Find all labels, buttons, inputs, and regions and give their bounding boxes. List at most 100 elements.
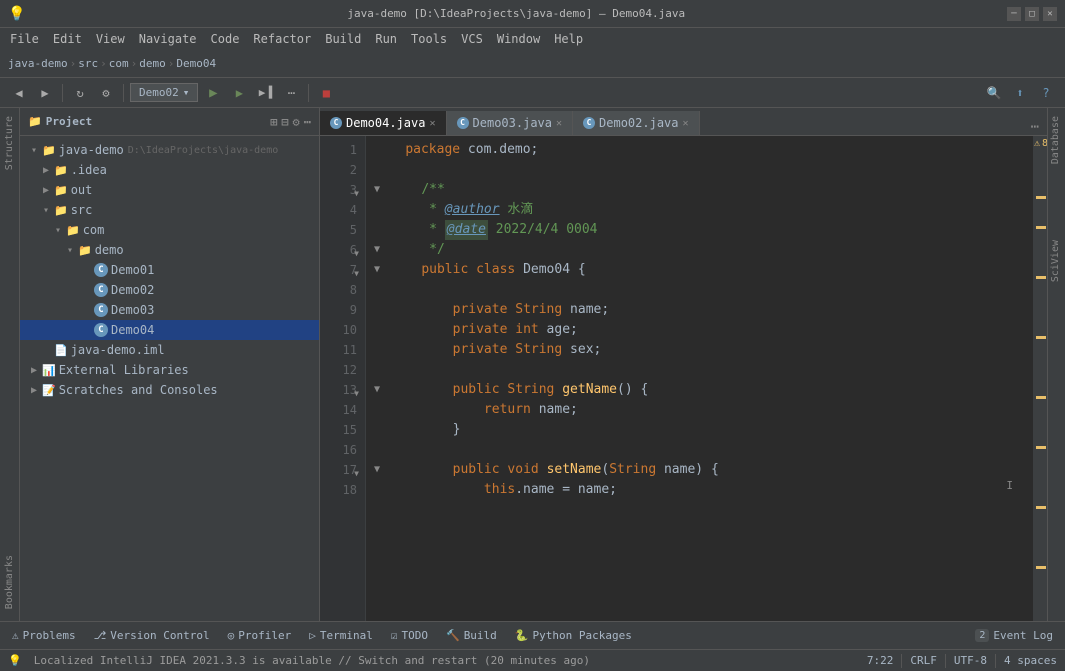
sidebar-more-icon[interactable]: ⋯ [304,115,311,129]
tree-item-demo[interactable]: ▾ 📁 demo [20,240,319,260]
code-line-6: ▼ */ [374,240,1025,260]
profiler-tab[interactable]: ◎ Profiler [220,625,300,647]
menu-vcs[interactable]: VCS [455,30,489,48]
tree-item-src[interactable]: ▾ 📁 src [20,200,319,220]
search-everywhere[interactable]: 🔍 [983,82,1005,104]
indent-indicator[interactable]: 4 spaces [1004,654,1057,667]
tab-demo03[interactable]: C Demo03.java ✕ [447,111,574,135]
tab-demo04[interactable]: C Demo04.java ✕ [320,111,447,135]
sidebar-settings-icon[interactable]: ⚙ [293,115,300,129]
back-button[interactable]: ◀ [8,82,30,104]
sync-button[interactable]: ↻ [69,82,91,104]
tree-item-out[interactable]: ▶ 📁 out [20,180,319,200]
problems-tab[interactable]: ⚠ Problems [4,625,84,647]
fold-icon-6[interactable]: ▼ [374,240,390,260]
stop-button[interactable]: ■ [315,82,337,104]
editor-content: 1 2 3 ▼ 4 5 6 ▼ 7 ▼ 8 9 10 11 12 13 ▼ 14… [320,136,1047,621]
breadcrumb-demo[interactable]: demo [139,57,166,70]
version-control-tab[interactable]: ⎇ Version Control [86,625,218,647]
menu-edit[interactable]: Edit [47,30,88,48]
line-num-12: 12 [320,360,357,380]
editor-right-gutter[interactable]: ⚠ 8 ▲ [1033,136,1047,621]
notification-text[interactable]: Localized IntelliJ IDEA 2021.3.3 is avai… [34,654,590,667]
terminal-tab[interactable]: ▷ Terminal [301,625,381,647]
breadcrumb-demo04[interactable]: Demo04 [176,57,216,70]
forward-button[interactable]: ▶ [34,82,56,104]
maximize-button[interactable]: □ [1025,7,1039,21]
build-label: Build [464,629,497,642]
structure-button[interactable]: ⚙ [95,82,117,104]
event-log-tab[interactable]: 2 Event Log [967,625,1061,647]
demo04-java-icon: C [94,323,108,337]
close-button[interactable]: ✕ [1043,7,1057,21]
tree-label-out: out [71,183,93,197]
build-run-button[interactable]: ▶ [228,82,250,104]
coverage-button[interactable]: ▶▐ [254,82,276,104]
tree-item-iml[interactable]: 📄 java-demo.iml [20,340,319,360]
sciview-panel-tab[interactable]: SciView [1048,232,1065,290]
menu-navigate[interactable]: Navigate [133,30,203,48]
menu-tools[interactable]: Tools [405,30,453,48]
tree-item-demo01[interactable]: C Demo01 [20,260,319,280]
tree-item-extlibs[interactable]: ▶ 📊 External Libraries [20,360,319,380]
minimize-button[interactable]: ─ [1007,7,1021,21]
run-button[interactable]: ▶ [202,82,224,104]
python-packages-tab[interactable]: 🐍 Python Packages [507,625,640,647]
bookmarks-panel-icon[interactable]: Bookmarks [2,551,17,613]
sidebar-collapse-icon[interactable]: ⊟ [281,115,288,129]
todo-tab[interactable]: ☑ TODO [383,625,436,647]
breadcrumb-com[interactable]: com [109,57,129,70]
cursor-position[interactable]: 7:22 [867,654,894,667]
tab-demo02[interactable]: C Demo02.java ✕ [573,111,700,135]
sidebar-project-icon: 📁 [28,115,42,128]
tree-item-demo03[interactable]: C Demo03 [20,300,319,320]
menu-refactor[interactable]: Refactor [247,30,317,48]
tab-demo02-close[interactable]: ✕ [683,118,689,129]
encoding-indicator[interactable]: UTF-8 [954,654,987,667]
breadcrumb-src[interactable]: src [78,57,98,70]
menu-run[interactable]: Run [369,30,403,48]
tree-item-scratches[interactable]: ▶ 📝 Scratches and Consoles [20,380,319,400]
tab-demo04-close[interactable]: ✕ [429,118,435,129]
line-num-11: 11 [320,340,357,360]
run-configuration[interactable]: Demo02 ▾ [130,83,198,102]
tree-item-demo04[interactable]: C Demo04 [20,320,319,340]
tab-demo03-close[interactable]: ✕ [556,118,562,129]
help-button[interactable]: ? [1035,82,1057,104]
menu-window[interactable]: Window [491,30,546,48]
fold-icon-17[interactable]: ▼ [374,460,390,480]
tab-options-button[interactable]: ⋯ [1023,119,1047,135]
menu-view[interactable]: View [90,30,131,48]
code-line-17: ▼ public void setName(String name) { [374,460,1025,480]
structure-panel-icon[interactable]: Structure [2,112,17,174]
expand-arrow-demo: ▾ [64,245,76,256]
menu-build[interactable]: Build [319,30,367,48]
tree-label-iml: java-demo.iml [71,343,165,357]
fold-icon-3[interactable]: ▼ [374,180,390,200]
expand-arrow-extlibs: ▶ [28,365,40,376]
warning-count: 8 [1042,138,1047,149]
tree-item-com[interactable]: ▾ 📁 com [20,220,319,240]
com-folder-icon: 📁 [66,224,80,237]
project-tree: ▾ 📁 java-demo D:\IdeaProjects\java-demo … [20,136,319,621]
more-run-button[interactable]: ⋯ [280,82,302,104]
code-editor[interactable]: package com.demo; ▼ /** * @author 水滴 * @… [366,136,1033,621]
tree-label-idea: .idea [71,163,107,177]
update-button[interactable]: ⬆ [1009,82,1031,104]
database-panel-tab[interactable]: Database [1048,108,1065,172]
notification-icon: 💡 [8,654,22,667]
line-separator[interactable]: CRLF [910,654,937,667]
breadcrumb-project[interactable]: java-demo [8,57,68,70]
menu-help[interactable]: Help [548,30,589,48]
build-tab[interactable]: 🔨 Build [438,625,505,647]
fold-icon-7[interactable]: ▼ [374,260,390,280]
tree-item-idea[interactable]: ▶ 📁 .idea [20,160,319,180]
line-num-14: 14 [320,400,357,420]
fold-icon-13[interactable]: ▼ [374,380,390,400]
tree-item-root[interactable]: ▾ 📁 java-demo D:\IdeaProjects\java-demo [20,140,319,160]
menu-file[interactable]: File [4,30,45,48]
sidebar-expand-icon[interactable]: ⊞ [270,115,277,129]
tree-item-demo02[interactable]: C Demo02 [20,280,319,300]
breadcrumb-bar: java-demo › src › com › demo › Demo04 [0,50,1065,78]
menu-code[interactable]: Code [205,30,246,48]
